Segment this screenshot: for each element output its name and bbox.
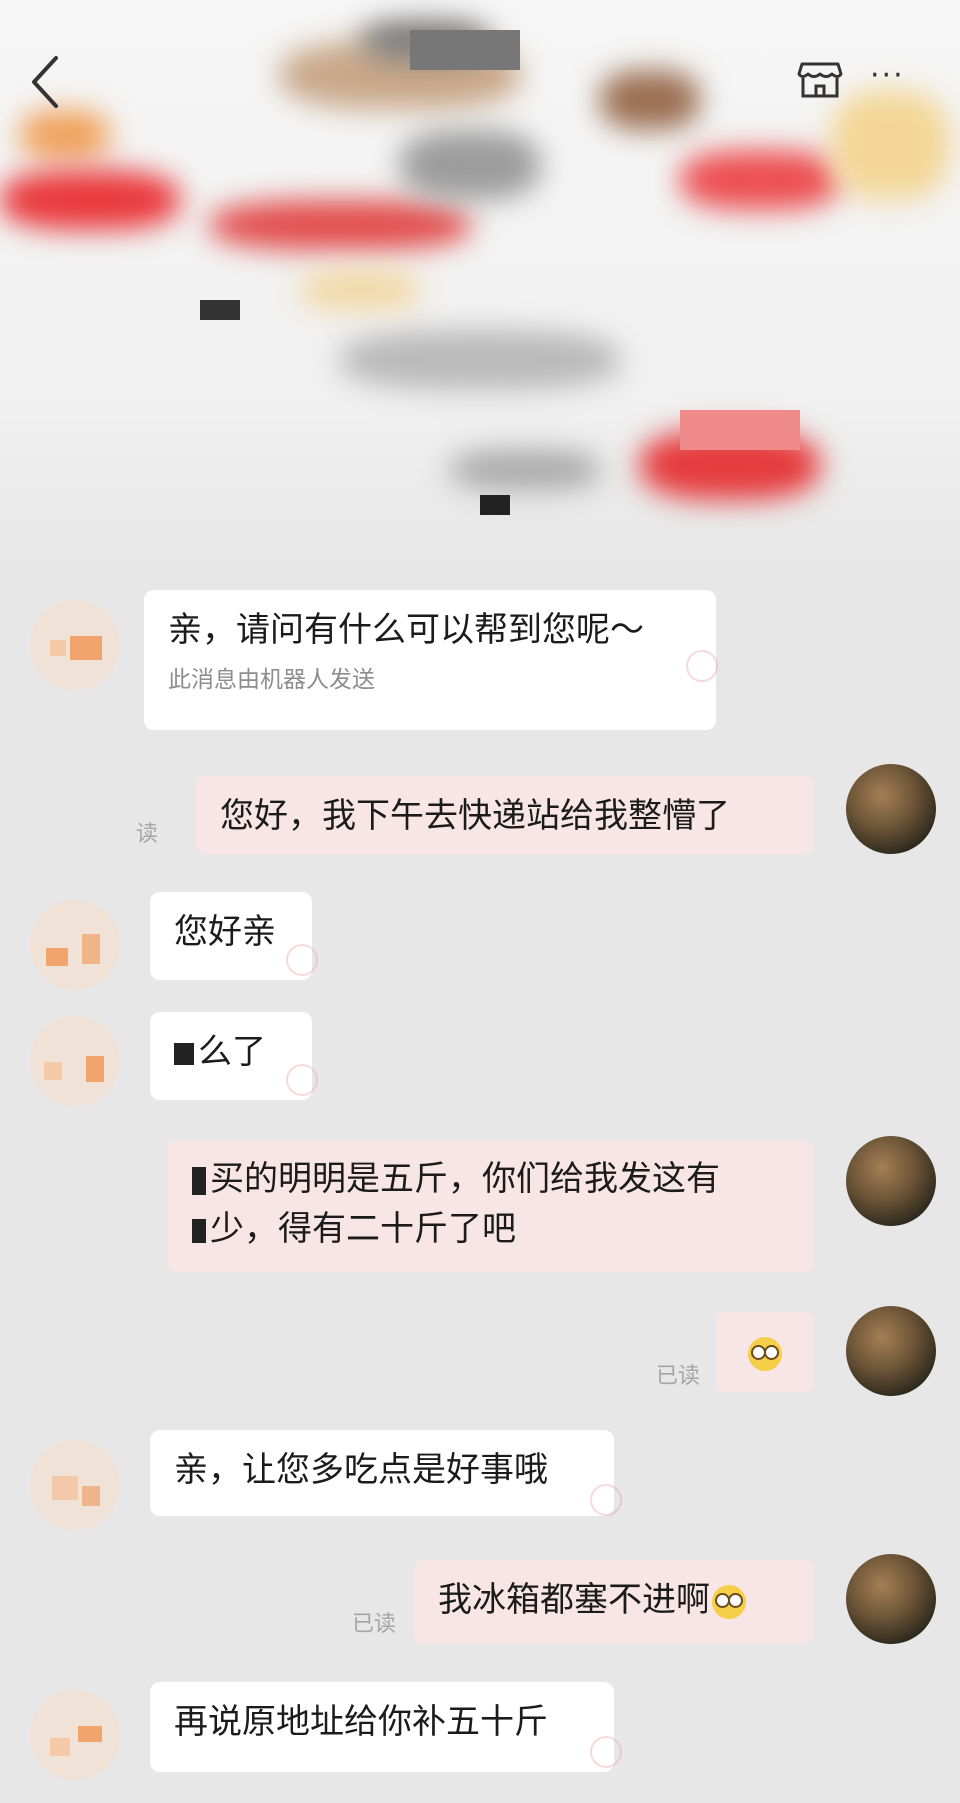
- read-receipt: 已读: [352, 1612, 397, 1637]
- message-text-line2: 少，得有二十斤了吧: [210, 1209, 516, 1249]
- message-bubble[interactable]: 您好，我下午去快递站给我整懵了: [196, 776, 814, 854]
- message-bubble[interactable]: 亲，让您多吃点是好事哦: [150, 1430, 614, 1516]
- message-bubble[interactable]: 我冰箱都塞不进啊: [414, 1560, 814, 1644]
- read-receipt: 读: [136, 822, 159, 847]
- flushed-face-icon: [712, 1584, 746, 1619]
- mosaic-block: [680, 410, 800, 450]
- thinking-face-icon: [748, 1336, 782, 1371]
- message-text: 再说原地址给你补五十斤: [174, 1702, 548, 1742]
- mosaic-block: [192, 1218, 206, 1243]
- avatar[interactable]: [846, 1136, 936, 1226]
- storefront-icon: [797, 62, 843, 98]
- mosaic-block: [192, 1166, 206, 1195]
- avatar[interactable]: [30, 1016, 120, 1106]
- avatar[interactable]: [846, 764, 936, 854]
- avatar[interactable]: [846, 1306, 936, 1396]
- blur-region: [20, 110, 110, 160]
- message-bubble[interactable]: [716, 1312, 814, 1392]
- mosaic-block: [174, 1042, 194, 1065]
- watermark-icon: [286, 1064, 318, 1096]
- blur-region: [340, 330, 620, 390]
- message-bubble[interactable]: 亲，请问有什么可以帮到您呢～ 此消息由机器人发送: [144, 590, 716, 730]
- blur-region: [830, 90, 950, 200]
- back-button[interactable]: [26, 54, 76, 114]
- avatar[interactable]: [30, 1690, 120, 1780]
- message-text: 您好，我下午去快递站给我整懵了: [220, 796, 730, 836]
- mosaic-block: [480, 495, 510, 515]
- shop-button[interactable]: [796, 54, 848, 106]
- more-button[interactable]: ···: [870, 58, 930, 98]
- watermark-icon: [590, 1484, 622, 1516]
- watermark-icon: [590, 1736, 622, 1768]
- blur-region: [210, 200, 470, 250]
- bot-sent-note: 此消息由机器人发送: [168, 667, 375, 693]
- message-bubble[interactable]: 买的明明是五斤，你们给我发这有 少，得有二十斤了吧: [168, 1140, 814, 1272]
- watermark-icon: [686, 650, 718, 682]
- read-receipt: 已读: [656, 1364, 701, 1389]
- avatar[interactable]: [30, 600, 120, 690]
- message-text: 我冰箱都塞不进啊: [438, 1580, 710, 1620]
- blur-region: [680, 150, 840, 210]
- blur-region: [450, 450, 600, 490]
- avatar[interactable]: [30, 1440, 120, 1530]
- avatar[interactable]: [30, 900, 120, 990]
- message-text: 亲，请问有什么可以帮到您呢～: [168, 610, 644, 650]
- watermark-icon: [286, 944, 318, 976]
- message-text: 您好亲: [174, 912, 276, 952]
- chevron-left-icon: [32, 56, 58, 108]
- message-bubble[interactable]: 再说原地址给你补五十斤: [150, 1682, 614, 1772]
- message-text: 亲，让您多吃点是好事哦: [174, 1450, 548, 1490]
- mosaic-block: [410, 30, 520, 70]
- message-text-line1: 买的明明是五斤，你们给我发这有: [210, 1159, 720, 1199]
- mosaic-block: [200, 300, 240, 320]
- avatar[interactable]: [846, 1554, 936, 1644]
- blur-region: [600, 70, 700, 130]
- message-text: 么了: [198, 1032, 266, 1072]
- blur-region: [300, 270, 420, 310]
- blur-region: [400, 130, 540, 200]
- blur-region: [0, 170, 180, 230]
